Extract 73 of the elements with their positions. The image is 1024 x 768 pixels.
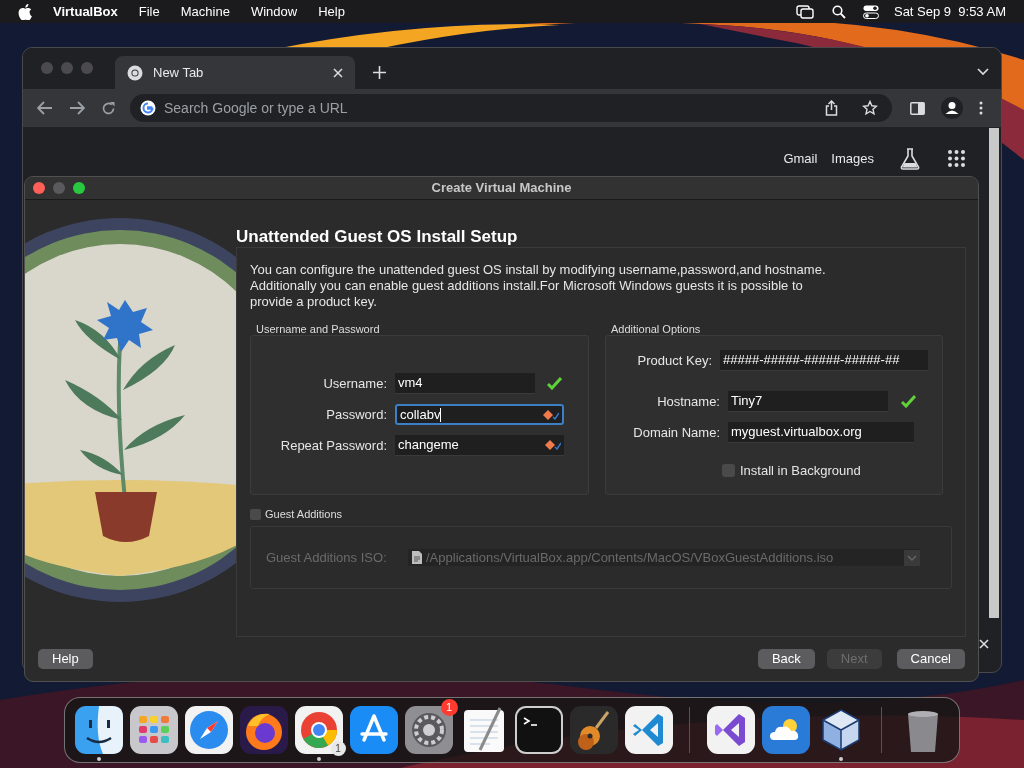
checkbox[interactable] — [250, 508, 261, 520]
window-close-button[interactable] — [33, 182, 45, 194]
finder-face-icon[interactable] — [74, 706, 123, 754]
search-icon[interactable] — [831, 4, 846, 19]
menu-item[interactable]: Help — [318, 1, 345, 22]
terminal-icon[interactable] — [514, 706, 563, 754]
window-zoom-button[interactable] — [73, 182, 85, 194]
chevron-down-icon[interactable] — [977, 68, 989, 76]
text-field[interactable]: myguest.virtualbox.org — [728, 422, 914, 443]
apple-logo-icon[interactable] — [18, 3, 32, 20]
app-store-icon[interactable] — [349, 706, 398, 754]
field-label: Domain Name: — [632, 423, 720, 442]
window-title: Create Virtual Machine — [431, 179, 572, 198]
apps-grid-icon[interactable] — [948, 150, 965, 167]
text-field[interactable]: collabv — [395, 404, 564, 425]
field-label: Username: — [322, 374, 387, 393]
menu-item[interactable]: Machine — [180, 1, 230, 22]
text-field[interactable]: #####-#####-#####-#####-## — [720, 350, 928, 371]
menu-item[interactable]: File — [138, 1, 160, 22]
chrome-logo-icon — [127, 64, 143, 81]
share-icon[interactable] — [825, 100, 838, 116]
chrome-logo-icon[interactable] — [294, 706, 343, 754]
clock[interactable]: Sat Sep 9 9:53 AM — [893, 1, 1006, 22]
images-link[interactable]: Images — [831, 148, 874, 169]
checkbox-label: Install in Background — [740, 462, 861, 480]
forward-arrow-icon[interactable] — [69, 101, 85, 115]
new-tab-icon[interactable] — [373, 66, 386, 79]
page-heading: Unattended Guest OS Install Setup — [236, 227, 519, 247]
section-title: Username and Password — [255, 322, 381, 335]
star-icon[interactable] — [862, 100, 878, 116]
screen-mirroring-icon[interactable] — [795, 4, 814, 19]
guitar-icon[interactable] — [569, 706, 618, 754]
document-icon — [412, 551, 422, 564]
more-menu-icon[interactable] — [979, 101, 983, 115]
button[interactable]: Cancel — [896, 649, 965, 669]
section-title: Additional Options — [610, 322, 702, 335]
text-field[interactable]: Tiny7 — [728, 391, 888, 412]
menu-item[interactable]: Window — [250, 1, 298, 22]
address-bar[interactable]: Search Google or type a URL — [130, 94, 892, 122]
address-placeholder: Search Google or type a URL — [164, 98, 349, 118]
field-label: Hostname: — [656, 392, 720, 411]
launchpad-grid-icon[interactable] — [129, 706, 178, 754]
iso-path: /Applications/VirtualBox.app/Contents/MacOS/VBoxGuestAdditions.iso — [426, 548, 835, 567]
browser-tab[interactable]: New Tab — [115, 56, 355, 89]
button[interactable]: Back — [757, 649, 815, 669]
back-arrow-icon[interactable] — [37, 101, 53, 115]
profile-avatar-icon[interactable] — [941, 97, 963, 119]
close-icon[interactable] — [979, 639, 989, 649]
fox-globe-icon[interactable] — [239, 706, 288, 754]
app-name[interactable]: VirtualBox — [53, 1, 118, 22]
gmail-link[interactable]: Gmail — [783, 148, 818, 169]
infinity-ribbon-icon[interactable] — [706, 706, 755, 754]
flask-icon[interactable] — [900, 147, 920, 170]
cloud-sun-icon[interactable] — [761, 706, 810, 754]
reload-icon[interactable] — [101, 100, 116, 116]
side-panel-icon[interactable] — [910, 101, 925, 115]
field-label: Product Key: — [636, 351, 712, 370]
field-label: Password: — [325, 405, 387, 424]
text-field[interactable]: changeme — [395, 435, 564, 456]
scrollbar[interactable] — [989, 128, 999, 618]
checkbox[interactable] — [722, 464, 735, 478]
google-logo-icon — [140, 100, 156, 116]
control-center-icon[interactable] — [862, 4, 879, 19]
text-field[interactable]: vm4 — [395, 373, 535, 394]
compass-icon[interactable] — [184, 706, 233, 754]
description-text: You can configure the unattended guest OS install by modifying username,password,and hostname. Additionally you can enable guest additions install.For Microsoft Windows guests it is possible to provide a product key. — [250, 262, 827, 310]
close-icon[interactable] — [333, 67, 343, 78]
field-label: Repeat Password: — [279, 436, 387, 455]
checkbox-label: Guest Additions — [265, 506, 343, 522]
code-editor-icon[interactable] — [624, 706, 673, 754]
field-label: Guest Additions ISO: — [266, 548, 388, 567]
tab-title: New Tab — [153, 63, 205, 82]
button[interactable]: Help — [38, 649, 93, 669]
